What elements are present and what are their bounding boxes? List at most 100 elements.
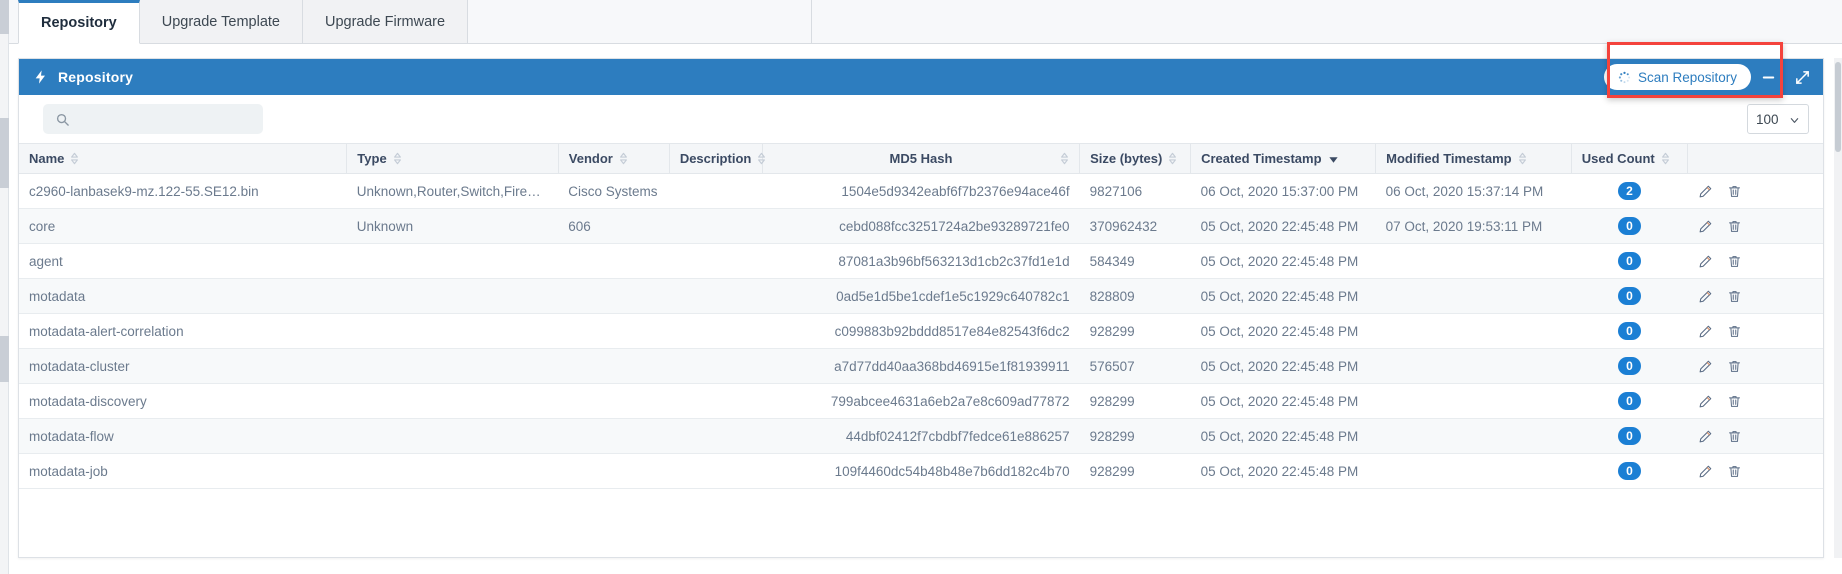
table-row[interactable]: motadata-job 109f4460dc54b48b48e7b6dd182c… — [19, 453, 1823, 489]
table-row[interactable]: core Unknown 606 cebd088fcc3251724a2be93289… — [19, 208, 1823, 244]
edit-icon[interactable] — [1698, 394, 1713, 409]
cell-description — [669, 453, 763, 489]
cell-md5-hash: a7d77dd40aa368bd46915e1f81939911 — [762, 348, 1080, 384]
sort-icon — [619, 152, 628, 165]
cell-type — [346, 278, 559, 314]
cell-used-count: 0 — [1571, 278, 1688, 314]
delete-icon[interactable] — [1727, 324, 1742, 339]
column-header-label: Name — [29, 151, 65, 166]
cell-created: 05 Oct, 2020 22:45:48 PM — [1190, 243, 1376, 279]
column-header-md5-hash[interactable]: MD5 Hash — [762, 143, 1081, 174]
column-header-label: Description — [679, 151, 752, 166]
delete-icon[interactable] — [1727, 394, 1742, 409]
minimize-button[interactable] — [1751, 59, 1785, 95]
page-size-value: 100 — [1756, 111, 1779, 127]
used-count-badge: 0 — [1617, 427, 1641, 445]
scan-repository-button[interactable]: Scan Repository — [1603, 64, 1751, 90]
card-header: Repository Scan Repository — [19, 59, 1823, 95]
edit-icon[interactable] — [1698, 324, 1713, 339]
cell-md5-hash: 109f4460dc54b48b48e7b6dd182c4b70 — [762, 453, 1080, 489]
cell-description — [669, 418, 763, 454]
cell-md5-hash: c099883b92bddd8517e84e82543f6dc2 — [762, 313, 1080, 349]
repository-table: Name Type Vendor Description MD5 Hash Size (b… — [19, 143, 1823, 489]
cell-description — [669, 278, 763, 314]
edit-icon[interactable] — [1698, 254, 1713, 269]
table-header-row: Name Type Vendor Description MD5 Hash Size (b… — [19, 143, 1823, 174]
column-header-modified-timestamp[interactable]: Modified Timestamp — [1375, 143, 1572, 174]
cell-created: 05 Oct, 2020 22:45:48 PM — [1190, 313, 1376, 349]
cell-description — [669, 348, 763, 384]
cell-modified — [1375, 453, 1572, 489]
cell-size: 928299 — [1079, 313, 1191, 349]
cell-modified — [1375, 383, 1572, 419]
cell-md5-hash: 799abcee4631a6eb2a7e8c609ad77872 — [762, 383, 1080, 419]
tab-upgrade-firmware-label: Upgrade Firmware — [324, 13, 446, 30]
delete-icon[interactable] — [1727, 184, 1742, 199]
cell-size: 576507 — [1079, 348, 1191, 384]
page-size-select[interactable]: 100 — [1747, 104, 1809, 134]
cell-actions — [1687, 278, 1823, 314]
table-row[interactable]: motadata 0ad5e1d5be1cdef1e5c1929c640782c1… — [19, 278, 1823, 314]
cell-name: motadata — [19, 278, 347, 314]
delete-icon[interactable] — [1727, 464, 1742, 479]
table-row[interactable]: agent 87081a3b96bf563213d1cb2c37fd1e1d 584… — [19, 243, 1823, 279]
column-header-created-timestamp[interactable]: Created Timestamp — [1190, 143, 1377, 174]
cell-type — [346, 348, 559, 384]
expand-button[interactable] — [1785, 59, 1819, 95]
cell-size: 928299 — [1079, 453, 1191, 489]
cell-actions — [1687, 243, 1823, 279]
delete-icon[interactable] — [1727, 289, 1742, 304]
tab-repository[interactable]: Repository — [18, 0, 140, 44]
cell-vendor — [558, 348, 670, 384]
edit-icon[interactable] — [1698, 429, 1713, 444]
search-input[interactable] — [90, 105, 267, 133]
cell-size: 9827106 — [1079, 173, 1191, 209]
tab-repository-label: Repository — [41, 15, 117, 31]
column-header-vendor[interactable]: Vendor — [558, 143, 670, 174]
table-row[interactable]: motadata-alert-correlation c099883b92bddd… — [19, 313, 1823, 349]
column-header-size-bytes[interactable]: Size (bytes) — [1079, 143, 1192, 174]
column-header-label: MD5 Hash — [889, 151, 953, 166]
table-row[interactable]: motadata-flow 44dbf02412f7cbdbf7fedce61e8… — [19, 418, 1823, 454]
cell-modified — [1375, 418, 1572, 454]
delete-icon[interactable] — [1727, 254, 1742, 269]
cell-type — [346, 313, 559, 349]
table-row[interactable]: motadata-discovery 799abcee4631a6eb2a7e8c… — [19, 383, 1823, 419]
column-header-description[interactable]: Description — [669, 143, 766, 174]
vertical-scrollbar-thumb[interactable] — [1835, 62, 1841, 152]
cell-md5-hash: 87081a3b96bf563213d1cb2c37fd1e1d — [762, 243, 1080, 279]
edit-icon[interactable] — [1698, 289, 1713, 304]
cell-type — [346, 243, 559, 279]
cell-used-count: 0 — [1571, 383, 1688, 419]
edit-icon[interactable] — [1698, 464, 1713, 479]
cell-size: 370962432 — [1079, 208, 1191, 244]
spinner-icon — [1618, 71, 1631, 84]
edit-icon[interactable] — [1698, 219, 1713, 234]
sort-icon — [1168, 152, 1177, 165]
edit-icon[interactable] — [1698, 184, 1713, 199]
scan-repository-label: Scan Repository — [1637, 69, 1737, 85]
cell-description — [669, 173, 763, 209]
column-header-name[interactable]: Name — [19, 143, 348, 174]
cell-size: 928299 — [1079, 383, 1191, 419]
cell-used-count: 0 — [1571, 453, 1688, 489]
column-header-used-count[interactable]: Used Count — [1571, 143, 1689, 174]
column-header-type[interactable]: Type — [346, 143, 559, 174]
search-box[interactable] — [43, 104, 267, 134]
cell-name: motadata-job — [19, 453, 347, 489]
table-row[interactable]: motadata-cluster a7d77dd40aa368bd46915e1f… — [19, 348, 1823, 384]
table-row[interactable]: c2960-lanbasek9-mz.122-55.SE12.bin Unknow… — [19, 173, 1823, 209]
cell-actions — [1687, 453, 1823, 489]
tab-bar: Repository Upgrade Template Upgrade Firm… — [9, 0, 1842, 44]
cell-name: motadata-alert-correlation — [19, 313, 347, 349]
tab-upgrade-template[interactable]: Upgrade Template — [139, 0, 303, 43]
edit-icon[interactable] — [1698, 359, 1713, 374]
cell-used-count: 0 — [1571, 243, 1688, 279]
cell-actions — [1687, 313, 1823, 349]
delete-icon[interactable] — [1727, 359, 1742, 374]
tab-upgrade-firmware[interactable]: Upgrade Firmware — [302, 0, 469, 43]
used-count-badge: 0 — [1617, 357, 1641, 375]
delete-icon[interactable] — [1727, 429, 1742, 444]
cell-created: 05 Oct, 2020 22:45:48 PM — [1190, 348, 1376, 384]
delete-icon[interactable] — [1727, 219, 1742, 234]
